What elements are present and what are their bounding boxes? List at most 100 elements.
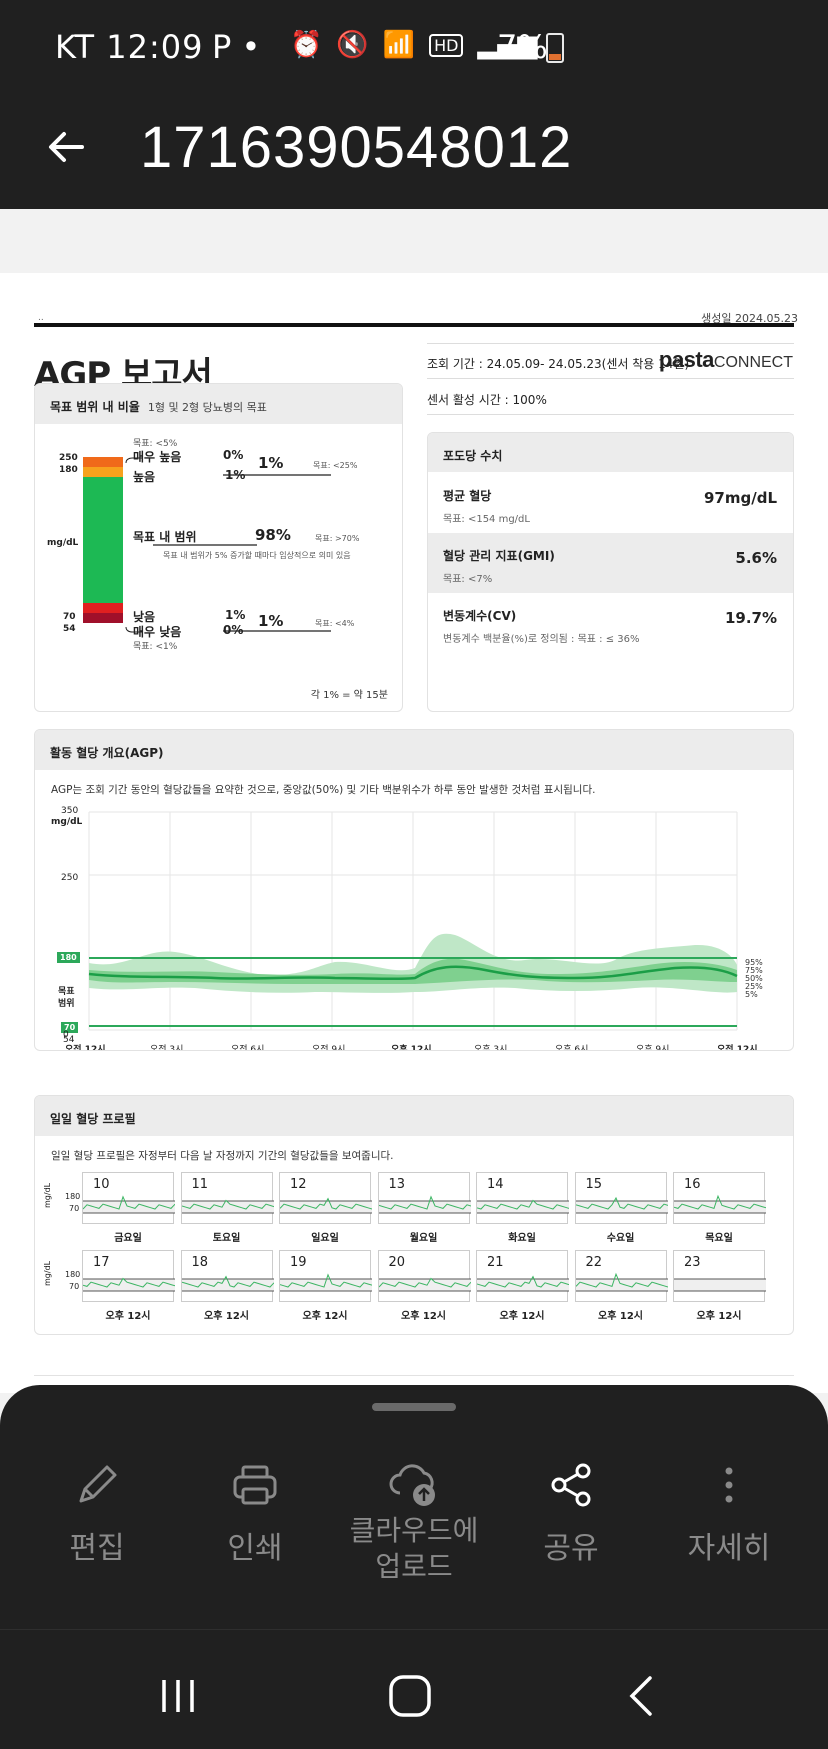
agp-report-document[interactable]: .. 생성일 2024.05.23 AGP 보고서 pastaCONNECT 목… [0, 273, 828, 1393]
mute-icon: 🔇 [336, 30, 369, 60]
app-bar: 1716390548012 [0, 92, 828, 209]
daily-x-label: 금요일 [114, 1233, 142, 1244]
x-label-3: 오전 9시 [312, 1045, 346, 1051]
more-vertical-icon [725, 1467, 733, 1503]
header-mark: .. [38, 313, 44, 323]
period-range: 조회 기간 : 24.05.09- 24.05.23(센서 착용 14일) [427, 357, 690, 371]
daily-chart-17: 17 [82, 1250, 175, 1302]
edit-label: 편집 [69, 1531, 125, 1566]
daily-date: 16 [684, 1177, 701, 1192]
cloud-upload-icon [389, 1464, 435, 1506]
daily-date: 22 [585, 1255, 603, 1270]
row-goal: 목표: <7% [443, 574, 493, 585]
daily-x-label: 화요일 [508, 1233, 536, 1244]
daily-chart-18: 18 [180, 1250, 274, 1302]
cloud-upload-button[interactable]: 클라우드에 업로드 [338, 1457, 490, 1585]
very-high-segment [83, 457, 123, 467]
goal-very-low: 목표: <1% [133, 642, 178, 652]
back-arrow-icon[interactable] [42, 122, 92, 172]
glucose-values-header: 포도당 수치 [428, 433, 793, 472]
row2-tick-180: 180 [65, 1270, 81, 1279]
y-0: 0 [63, 1030, 69, 1040]
share-button[interactable]: 공유 [496, 1457, 646, 1567]
high-segment [83, 467, 123, 477]
tick-250: 250 [59, 453, 78, 463]
high-total: 1% [258, 454, 284, 472]
percentile-labels: 95% 75% 50% 25% 5% [745, 959, 763, 999]
very-high-pct: 0% [223, 448, 244, 462]
daily-chart-15: 15 [574, 1172, 668, 1224]
daily-date: 12 [290, 1177, 307, 1192]
sheet-handle[interactable] [372, 1403, 456, 1411]
row1-tick-70: 70 [69, 1204, 80, 1213]
x-label-0: 오전 12시 [65, 1045, 106, 1051]
status-bar: KT 12:09 P • ⏰ 🔇 📶 HD ▂▄▆ 7% [0, 0, 828, 92]
x-label-4: 오후 12시 [391, 1045, 432, 1051]
target-range-header: 목표 범위 내 비율 1형 및 2형 당뇨병의 목표 [35, 384, 402, 424]
recent-apps-icon[interactable] [158, 1676, 198, 1716]
row-goal: 변동계수 백분율(%)로 정의됨 : 목표 : ≤ 36% [443, 634, 640, 645]
info-divider-1 [427, 378, 794, 379]
file-title: 1716390548012 [140, 115, 573, 180]
daily-chart-22: 22 [574, 1250, 668, 1302]
in-range-pct: 98% [255, 526, 291, 544]
daily-chart-23: 23 [673, 1250, 766, 1302]
more-label: 자세히 [687, 1531, 771, 1566]
print-label: 인쇄 [227, 1531, 283, 1566]
page-bottom-rule [34, 1375, 794, 1376]
action-sheet: 편집 인쇄 클라우드에 업로드 공유 자세히 [0, 1385, 828, 1629]
home-icon[interactable] [388, 1674, 432, 1718]
row-value: 19.7% [724, 609, 777, 627]
low-goal: 목표: <4% [315, 619, 355, 628]
daily-date: 19 [290, 1255, 307, 1270]
daily-profile-card: 일일 혈당 프로필 일일 혈당 프로필은 자정부터 다음 날 자정까지 기간의 … [34, 1095, 794, 1335]
mean-glucose-row: 평균 혈당 목표: <154 mg/dL 97mg/dL [428, 473, 793, 533]
row-value: 5.6% [735, 549, 777, 567]
pencil-icon [79, 1465, 117, 1503]
daily-chart-12: 12 [279, 1172, 372, 1224]
daily-x-label: 오후 12시 [696, 1311, 742, 1322]
daily-x-label: 오후 12시 [105, 1311, 151, 1322]
row-label: 혈당 관리 지표(GMI) [443, 549, 555, 563]
very-low-label: 매우 낮음 [133, 625, 182, 639]
info-divider-2 [427, 414, 794, 415]
document-gap [0, 209, 828, 273]
in-range-segment [83, 477, 123, 603]
daily-date: 15 [585, 1177, 603, 1192]
low-pct: 1% [225, 608, 246, 622]
print-button[interactable]: 인쇄 [180, 1457, 330, 1567]
tick-54: 54 [63, 624, 76, 634]
daily-chart-10: 10 [82, 1172, 175, 1224]
back-icon[interactable] [626, 1674, 656, 1718]
sensor-active: 센서 활성 시간 : 100% [427, 393, 547, 407]
daily-x-label: 오후 12시 [598, 1311, 643, 1322]
row1-tick-180: 180 [65, 1192, 81, 1201]
pct-5: 5% [745, 990, 758, 999]
x-label-1: 오전 3시 [150, 1045, 184, 1051]
daily-x-label: 목요일 [705, 1233, 733, 1244]
share-icon [551, 1463, 591, 1507]
high-goal: 목표: <25% [313, 461, 358, 470]
daily-chart-14: 14 [476, 1172, 569, 1224]
hd-icon: HD [429, 33, 464, 57]
unit-mgdl: mg/dL [47, 538, 79, 548]
daily-chart-21: 21 [476, 1250, 569, 1302]
daily-date: 14 [487, 1177, 504, 1192]
daily-x-label: 오후 12시 [204, 1311, 249, 1322]
daily-x-label: 오후 12시 [499, 1311, 545, 1322]
more-button[interactable]: 자세히 [654, 1457, 804, 1567]
daily-chart-16: 16 [673, 1172, 766, 1224]
daily-date: 23 [684, 1255, 701, 1270]
cv-row: 변동계수(CV) 변동계수 백분율(%)로 정의됨 : 목표 : ≤ 36% 1… [428, 593, 793, 663]
in-range-goal: 목표: >70% [315, 534, 360, 543]
daily-date: 11 [191, 1177, 209, 1192]
daily-x-label: 월요일 [409, 1233, 438, 1244]
row-value: 97mg/dL [703, 489, 777, 507]
gmi-row: 혈당 관리 지표(GMI) 목표: <7% 5.6% [428, 533, 793, 593]
header-rule [34, 323, 794, 327]
row2-tick-70: 70 [69, 1282, 80, 1291]
edit-button[interactable]: 편집 [22, 1457, 172, 1567]
high-pct: 1% [225, 468, 246, 482]
agp-chart [88, 811, 738, 1031]
daily-x-label: 일요일 [311, 1233, 339, 1244]
